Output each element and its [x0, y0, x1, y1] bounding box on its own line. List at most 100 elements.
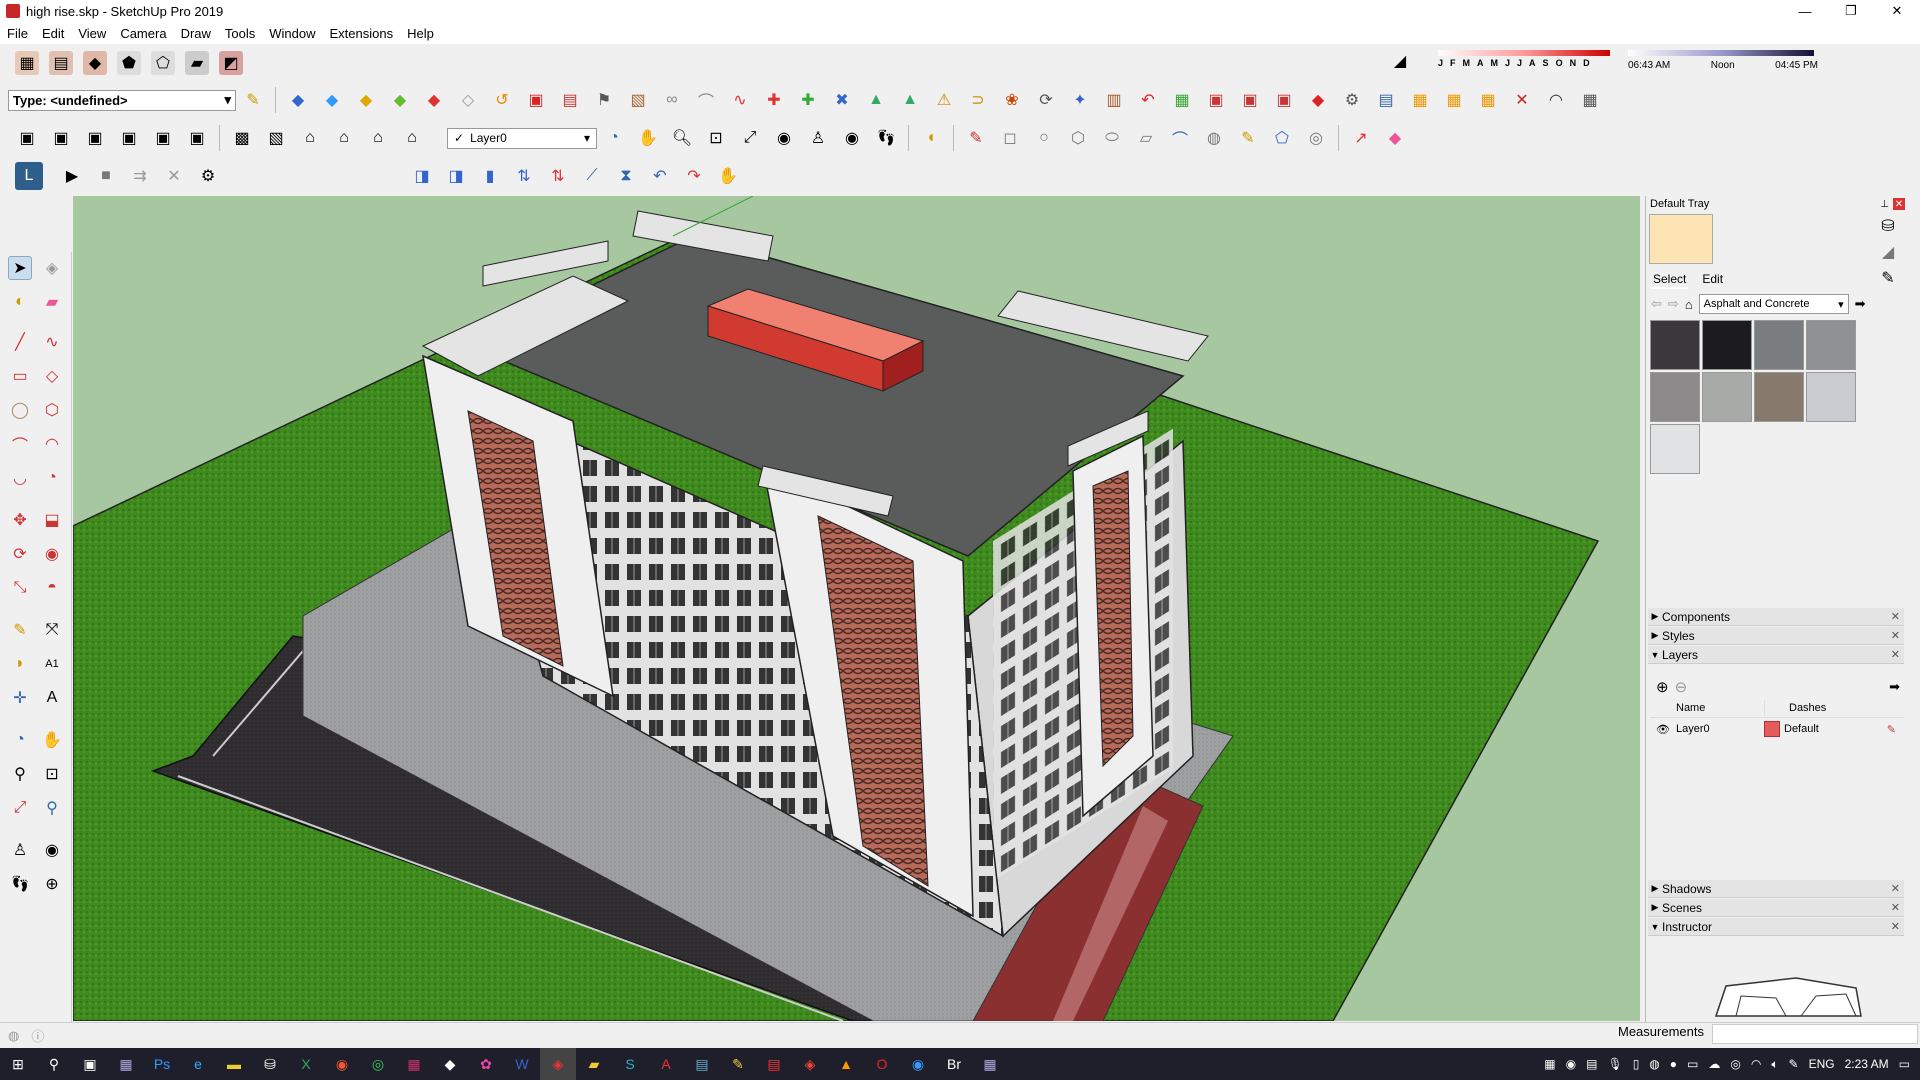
orbit-tool-icon[interactable]: ◔	[8, 728, 32, 752]
whatsapp-icon[interactable]: ◎	[360, 1048, 396, 1080]
3d-text-icon[interactable]: A	[40, 686, 64, 710]
month-slider[interactable]	[1438, 50, 1610, 56]
eraser-pink-icon[interactable]: ◆	[1383, 126, 1407, 150]
rotated-rect-icon[interactable]: ◇	[40, 364, 64, 388]
look-around-tool-icon[interactable]: ◉	[40, 838, 64, 862]
scatter-icon[interactable]: ✕	[1510, 88, 1534, 112]
table-icon[interactable]: ▤	[1374, 88, 1398, 112]
close-icon[interactable]: ✕	[1891, 920, 1900, 933]
calculator-icon[interactable]: ▦	[108, 1048, 144, 1080]
wireframe-house-icon[interactable]: ⌂	[298, 126, 322, 150]
box-icon[interactable]: ▧	[626, 88, 650, 112]
two-point-arc-icon[interactable]: ◠	[40, 432, 64, 456]
star-icon[interactable]: ✦	[1068, 88, 1092, 112]
zoom-window-icon[interactable]: ⊡	[704, 126, 728, 150]
line-icon[interactable]: ╱	[8, 330, 32, 354]
close-icon[interactable]: ✕	[1891, 629, 1900, 642]
sandbox-contours-icon[interactable]: ◆	[286, 88, 310, 112]
type-dropdown[interactable]: Type: <undefined> ▾	[8, 89, 236, 111]
app-bird-icon[interactable]: ◆	[432, 1048, 468, 1080]
section-tool-icon[interactable]: ⊕	[40, 872, 64, 896]
stop-icon[interactable]: ■	[94, 164, 118, 188]
plus-red-icon[interactable]: ✚	[762, 88, 786, 112]
move-icon[interactable]: ✥	[8, 508, 32, 532]
curve-icon[interactable]: ⌒	[694, 88, 718, 112]
line-tool-icon[interactable]: ⟋	[580, 164, 604, 188]
cup-icon[interactable]: ▥	[1102, 88, 1126, 112]
close-icon[interactable]: ✕	[1891, 648, 1900, 661]
warehouse-icon[interactable]: ▦	[15, 51, 39, 75]
forward-arrow-icon[interactable]: ⇨	[1668, 296, 1679, 312]
views-left-icon[interactable]: ▣	[185, 126, 209, 150]
protractor-icon[interactable]: ◗	[8, 652, 32, 676]
panel-components[interactable]: ▶ Components ✕	[1648, 608, 1904, 626]
rotate-icon[interactable]: ↺	[490, 88, 514, 112]
pan-icon[interactable]: ✋	[636, 126, 660, 150]
undo-red-icon[interactable]: ↶	[1136, 88, 1160, 112]
search-icon[interactable]: ⚲	[36, 1048, 72, 1080]
warning-icon[interactable]: ⚠	[932, 88, 956, 112]
menu-window[interactable]: Window	[262, 26, 322, 41]
photoshop-icon[interactable]: Ps	[144, 1048, 180, 1080]
look-around-icon[interactable]: ◉	[840, 126, 864, 150]
tray-apps-icon[interactable]: ▦	[1544, 1057, 1555, 1071]
pie-icon[interactable]: ◔	[40, 466, 64, 490]
hook-icon[interactable]: ⊃	[966, 88, 990, 112]
pan-tool-icon[interactable]: ✋	[40, 728, 64, 752]
layer-dropdown[interactable]: ✓ Layer0 ▾	[447, 127, 597, 149]
shape-1-icon[interactable]: ◻	[998, 126, 1022, 150]
cloud-icon[interactable]: ☁	[1708, 1057, 1720, 1071]
zoom-extents-tool-icon[interactable]: ⤢	[8, 796, 32, 820]
app-flower-icon[interactable]: ✿	[468, 1048, 504, 1080]
shape-3-icon[interactable]: ⬡	[1066, 126, 1090, 150]
walk-tool-icon[interactable]: 👣︎	[8, 872, 32, 896]
get-models-icon[interactable]: ⬠	[151, 51, 175, 75]
follow-me-icon[interactable]: ◉	[40, 542, 64, 566]
share-component-icon[interactable]: ⬟	[117, 51, 141, 75]
redo-red-icon[interactable]: ↷	[682, 164, 706, 188]
ruby-console-icon[interactable]: ◩	[219, 51, 243, 75]
shape-9-icon[interactable]: ⬠	[1270, 126, 1294, 150]
arc-icon[interactable]: ⌒	[8, 432, 32, 456]
shadow-toggle-icon[interactable]: ◢	[1388, 49, 1412, 73]
material-library-dropdown[interactable]: Asphalt and Concrete ▾	[1698, 294, 1849, 314]
material-swatch-4[interactable]	[1806, 320, 1856, 370]
wifi-icon[interactable]: ◠	[1751, 1057, 1761, 1071]
gear-icon[interactable]: ⚙	[196, 164, 220, 188]
loop-icon[interactable]: ⟳	[1034, 88, 1058, 112]
measurements-input[interactable]	[1712, 1024, 1918, 1044]
minimize-button[interactable]: —	[1782, 0, 1828, 22]
walk-icon[interactable]: 👣︎	[874, 126, 898, 150]
previous-view-icon[interactable]: ◉	[772, 126, 796, 150]
excel-icon[interactable]: X	[288, 1048, 324, 1080]
previous-tool-icon[interactable]: ⚲	[40, 796, 64, 820]
ext-warehouse-icon[interactable]: ◆	[83, 51, 107, 75]
export-icon[interactable]: ⇉	[128, 164, 152, 188]
info-icon[interactable]: ⓘ	[31, 1026, 44, 1045]
zoom-icon[interactable]: 🔍︎	[670, 126, 694, 150]
views-back-icon[interactable]: ▣	[151, 126, 175, 150]
bridge-icon[interactable]: Br	[936, 1048, 972, 1080]
close-icon[interactable]: ✕	[1891, 610, 1900, 623]
back-arrow-icon[interactable]: ⇦	[1651, 296, 1662, 312]
panel-layers[interactable]: ▼ Layers ✕	[1648, 646, 1904, 664]
panel-instructor[interactable]: ▼ Instructor ✕	[1648, 918, 1904, 936]
material-swatch-7[interactable]	[1754, 372, 1804, 422]
shape-10-icon[interactable]: ◎	[1304, 126, 1328, 150]
menu-view[interactable]: View	[71, 26, 113, 41]
arrow-red-icon[interactable]: ↗	[1349, 126, 1373, 150]
back-edges-icon[interactable]: ▧	[264, 126, 288, 150]
bars-icon[interactable]: ▮	[478, 164, 502, 188]
app-s-icon[interactable]: S	[612, 1048, 648, 1080]
rotate-tool-icon[interactable]: ⟳	[8, 542, 32, 566]
cross-icon[interactable]: ✖	[830, 88, 854, 112]
menu-draw[interactable]: Draw	[174, 26, 218, 41]
windows-start-icon[interactable]: ⊞	[0, 1048, 36, 1080]
pencil-red-icon[interactable]: ✎	[964, 126, 988, 150]
share-model-icon[interactable]: ▤	[49, 51, 73, 75]
edge-icon[interactable]: e	[180, 1048, 216, 1080]
pencil-icon[interactable]: ✎	[1887, 723, 1896, 736]
eye-icon[interactable]: 👁︎	[1650, 723, 1676, 736]
volume-icon[interactable]: 🔈︎	[1771, 1057, 1778, 1072]
close-icon[interactable]: ✕	[1891, 882, 1900, 895]
